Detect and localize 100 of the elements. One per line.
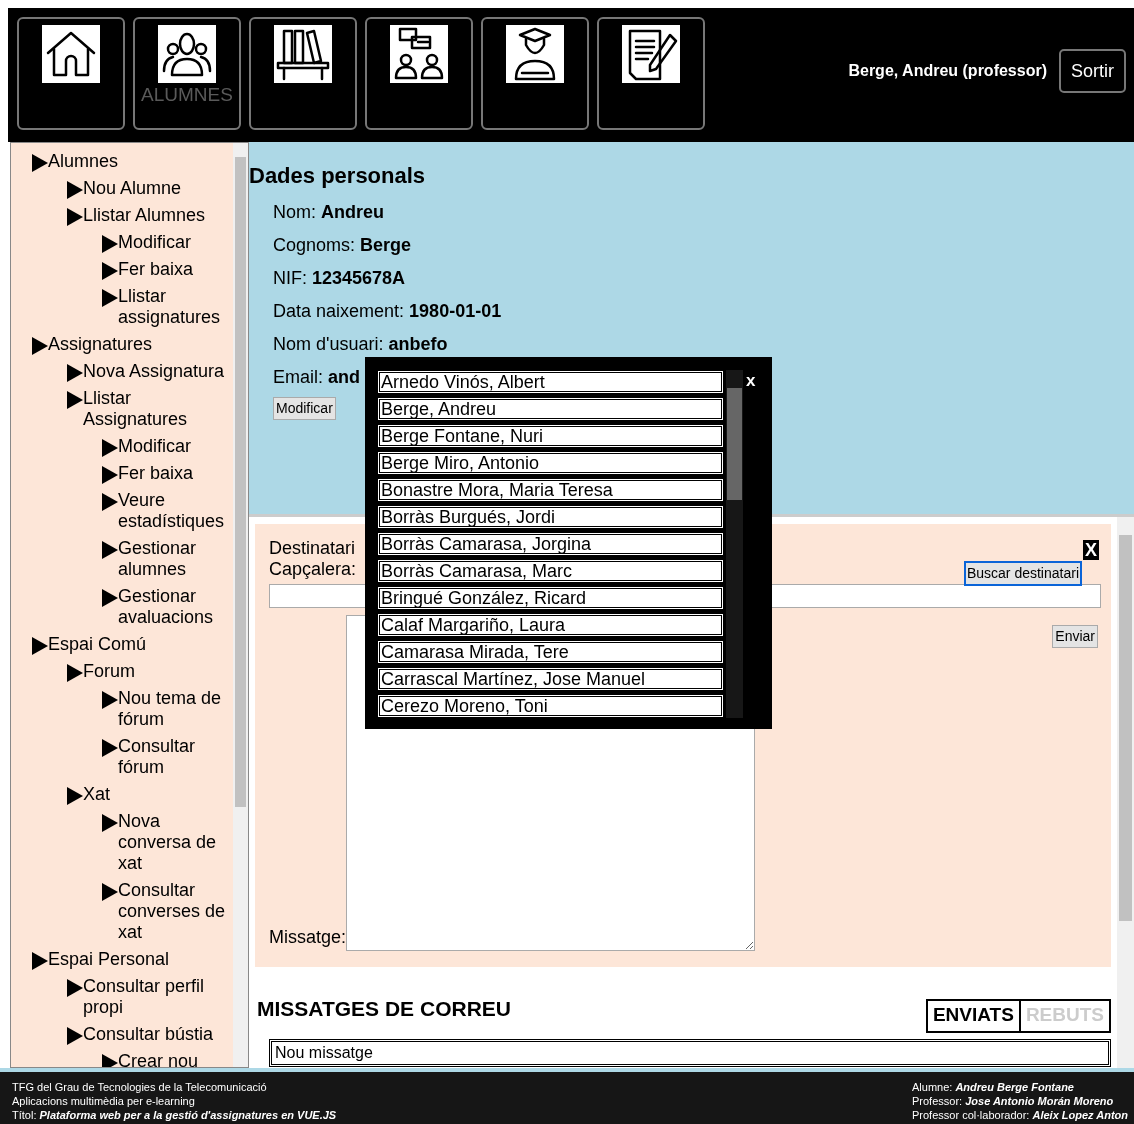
recipient-option[interactable]: Cerezo Moreno, Toni bbox=[377, 694, 724, 718]
nav-button[interactable] bbox=[249, 17, 357, 130]
footer-text: Professor: Jose Antonio Morán Moreno bbox=[912, 1094, 1115, 1108]
profile-field: Nom d'usuari: anbefo bbox=[273, 328, 448, 361]
menu-item[interactable]: Llistar Alumnes bbox=[83, 205, 206, 226]
user-name: Berge, Andreu (professor) bbox=[848, 61, 1047, 81]
recipient-label: Destinatari bbox=[269, 538, 356, 559]
recipient-option[interactable]: Berge, Andreu bbox=[377, 397, 724, 421]
menu-item[interactable]: Nou Alumne bbox=[83, 178, 182, 199]
profile-field: NIF: 12345678A bbox=[273, 262, 406, 295]
caret-icon bbox=[102, 466, 118, 484]
caret-icon bbox=[102, 493, 118, 511]
footer-text: Professor col·laborador: Aleix Lopez Anton bbox=[912, 1108, 1128, 1122]
mail-tab[interactable]: ENVIATS bbox=[927, 1000, 1021, 1031]
modify-button[interactable]: Modificar bbox=[273, 397, 336, 420]
nav-button[interactable] bbox=[17, 17, 125, 130]
close-button[interactable]: x bbox=[746, 370, 756, 392]
menu-item[interactable]: Fer baixa bbox=[118, 259, 194, 280]
menu-item[interactable]: Crear nou bbox=[118, 1051, 199, 1067]
recipient-option[interactable]: Bonastre Mora, Maria Teresa bbox=[377, 478, 724, 502]
menu-item[interactable]: Nova Assignatura bbox=[83, 361, 225, 382]
menu-item[interactable]: Xat bbox=[83, 784, 111, 805]
nav-button[interactable] bbox=[365, 17, 473, 130]
caret-icon bbox=[32, 337, 48, 355]
caret-icon bbox=[102, 589, 118, 607]
menu-item[interactable]: Consultar perfil propi bbox=[83, 976, 233, 1018]
chat-people-icon bbox=[390, 25, 448, 83]
mail-title: MISSATGES DE CORREU bbox=[257, 996, 511, 1022]
menu-item[interactable]: Gestionar avaluacions bbox=[118, 586, 233, 628]
caret-icon bbox=[102, 739, 118, 757]
menu-item[interactable]: Llistar Assignatures bbox=[83, 388, 233, 430]
recipient-option[interactable]: Bringué González, Ricard bbox=[377, 586, 724, 610]
menu-item[interactable]: Nova conversa de xat bbox=[118, 811, 233, 874]
recipient-option[interactable]: Borràs Camarasa, Jorgina bbox=[377, 532, 724, 556]
profile-title: Dades personals bbox=[249, 162, 427, 190]
nav-button[interactable] bbox=[481, 17, 589, 130]
recipient-option[interactable]: Calaf Margariño, Laura bbox=[377, 613, 724, 637]
footer-text: Alumne: Andreu Berge Fontane bbox=[912, 1080, 1075, 1094]
send-button[interactable]: Enviar bbox=[1052, 625, 1098, 648]
profile-field: Data naixement: 1980-01-01 bbox=[273, 295, 502, 328]
scrollbar[interactable] bbox=[726, 370, 743, 718]
menu-item[interactable]: Modificar bbox=[118, 232, 192, 253]
logout-button[interactable]: Sortir bbox=[1059, 49, 1126, 93]
close-button[interactable]: X bbox=[1083, 540, 1099, 560]
menu-item[interactable]: Modificar bbox=[118, 436, 192, 457]
message-label: Missatge: bbox=[269, 926, 347, 949]
menu-item[interactable]: Gestionar alumnes bbox=[118, 538, 233, 580]
menu-item[interactable]: Veure estadístiques bbox=[118, 490, 233, 532]
menu-item[interactable]: Llistar assignatures bbox=[118, 286, 233, 328]
recipient-option[interactable]: Borràs Camarasa, Marc bbox=[377, 559, 724, 583]
caret-icon bbox=[67, 1027, 83, 1045]
notepad-pencil-icon bbox=[622, 25, 680, 83]
caret-icon bbox=[102, 883, 118, 901]
subject-label: Capçalera: bbox=[269, 559, 357, 580]
recipient-option[interactable]: Arnedo Vinós, Albert bbox=[377, 370, 724, 394]
menu-item[interactable]: Consultar converses de xat bbox=[118, 880, 233, 943]
caret-icon bbox=[102, 814, 118, 832]
scrollbar[interactable] bbox=[233, 143, 248, 1067]
profile-field: Nom: Andreu bbox=[273, 196, 385, 229]
footer-text: Aplicacions multimèdia per e-learning bbox=[12, 1094, 196, 1108]
caret-icon bbox=[67, 391, 83, 409]
people-icon bbox=[158, 25, 216, 83]
graduate-icon bbox=[506, 25, 564, 83]
caret-icon bbox=[67, 664, 83, 682]
caret-icon bbox=[67, 181, 83, 199]
profile-field: Email: and bbox=[273, 361, 361, 394]
caret-icon bbox=[67, 787, 83, 805]
recipient-option[interactable]: Camarasa Mirada, Tere bbox=[377, 640, 724, 664]
menu-item[interactable]: Forum bbox=[83, 661, 135, 682]
menu-item[interactable]: Alumnes bbox=[48, 151, 119, 172]
caret-icon bbox=[67, 364, 83, 382]
caret-icon bbox=[102, 541, 118, 559]
menu-item[interactable]: Assignatures bbox=[48, 334, 153, 355]
bookshelf-icon bbox=[274, 25, 332, 83]
menu-item[interactable]: Nou tema de fórum bbox=[118, 688, 233, 730]
caret-icon bbox=[32, 637, 48, 655]
caret-icon bbox=[32, 952, 48, 970]
caret-icon bbox=[102, 439, 118, 457]
search-recipient-button[interactable]: Buscar destinatari bbox=[963, 561, 1082, 586]
menu-item[interactable]: Espai Comú bbox=[48, 634, 147, 655]
nav-button[interactable] bbox=[597, 17, 705, 130]
menu-item[interactable]: Espai Personal bbox=[48, 949, 170, 970]
caret-icon bbox=[102, 235, 118, 253]
caret-icon bbox=[67, 979, 83, 997]
recipient-option[interactable]: Borràs Burgués, Jordi bbox=[377, 505, 724, 529]
recipient-option[interactable]: Carrascal Martínez, Jose Manuel bbox=[377, 667, 724, 691]
recipient-option[interactable]: Berge Fontane, Nuri bbox=[377, 424, 724, 448]
footer-text: Títol: Plataforma web per a la gestió d'assignatures en VUE.JS bbox=[12, 1108, 337, 1122]
menu-item[interactable]: Consultar fórum bbox=[118, 736, 233, 778]
profile-field: Cognoms: Berge bbox=[273, 229, 412, 262]
caret-icon bbox=[102, 289, 118, 307]
scrollbar[interactable] bbox=[1117, 517, 1134, 1068]
menu-item[interactable]: Consultar bústia bbox=[83, 1024, 214, 1045]
recipient-option[interactable]: Berge Miro, Antonio bbox=[377, 451, 724, 475]
caret-icon bbox=[67, 208, 83, 226]
menu-item[interactable]: Fer baixa bbox=[118, 463, 194, 484]
caret-icon bbox=[32, 154, 48, 172]
house-icon bbox=[42, 25, 100, 83]
footer-text: TFG del Grau de Tecnologies de la Telecomunicació bbox=[12, 1080, 268, 1094]
caret-icon bbox=[102, 262, 118, 280]
